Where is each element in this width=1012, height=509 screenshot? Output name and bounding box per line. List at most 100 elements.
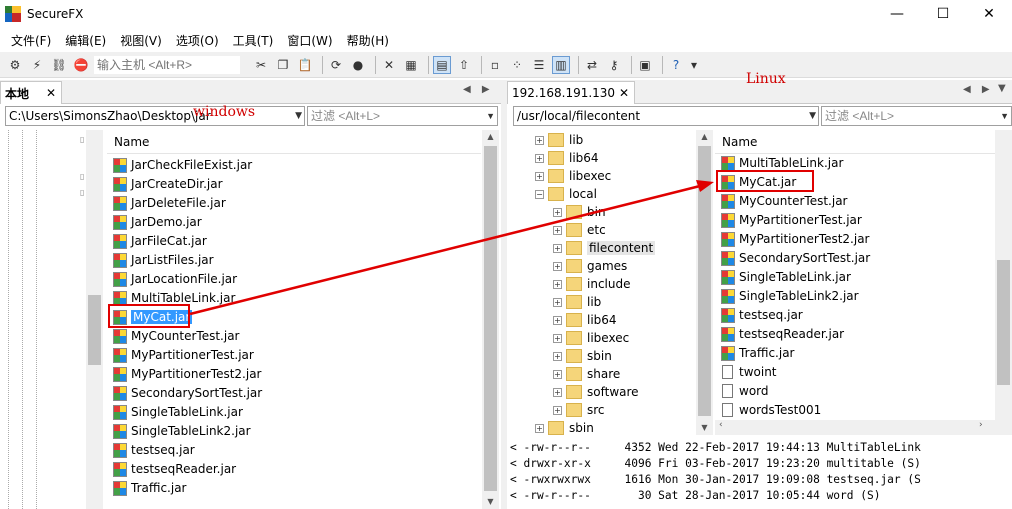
tree-node[interactable]: − local	[535, 185, 597, 203]
file-row[interactable]: SingleTableLink.jar	[721, 268, 851, 286]
file-row[interactable]: testseqReader.jar	[721, 325, 844, 343]
list-view-icon[interactable]: ☰	[530, 56, 548, 74]
remote-path-combo[interactable]: /usr/local/filecontent ▼	[513, 106, 819, 126]
local-filter-combo[interactable]: 过滤 <Alt+L> ▼	[307, 106, 498, 126]
local-tree-scrollbar[interactable]	[86, 130, 103, 509]
file-row[interactable]: testseq.jar	[113, 441, 195, 459]
tree-node[interactable]: + lib64	[553, 311, 617, 329]
column-header-name[interactable]: Name	[107, 130, 481, 154]
scroll-up-icon[interactable]: ▲	[696, 130, 713, 144]
tree-node[interactable]: + libexec	[535, 167, 611, 185]
remote-list-scrollbar[interactable]	[995, 130, 1012, 420]
copy-icon[interactable]: ❐	[274, 56, 292, 74]
sync-icon[interactable]: ⇄	[583, 56, 601, 74]
tree-node[interactable]: + filecontent	[553, 239, 656, 257]
delete-icon[interactable]: ✕	[380, 56, 398, 74]
scrollbar-thumb[interactable]	[698, 146, 711, 416]
file-row[interactable]: JarFileCat.jar	[113, 232, 207, 250]
minimize-button[interactable]: —	[874, 0, 920, 28]
key-icon[interactable]: ⚷	[605, 56, 623, 74]
tree-node[interactable]: + software	[553, 383, 639, 401]
menu-tools[interactable]: 工具(T)	[226, 32, 281, 49]
tree-expander-icon[interactable]: ▯	[80, 188, 84, 197]
file-row[interactable]: MyCounterTest.jar	[113, 327, 239, 345]
tree-node[interactable]: + etc	[553, 221, 606, 239]
file-row[interactable]: Traffic.jar	[721, 344, 795, 362]
scroll-right-icon[interactable]: ›	[979, 420, 983, 430]
chevron-down-icon[interactable]: ▼	[295, 107, 302, 125]
tree-node[interactable]: + bin	[553, 203, 606, 221]
expand-icon[interactable]: +	[553, 261, 562, 271]
file-row[interactable]: SingleTableLink2.jar	[721, 287, 859, 305]
properties-icon[interactable]: ▣	[636, 56, 654, 74]
scroll-left-icon[interactable]: ‹	[719, 420, 723, 430]
disconnect-icon[interactable]: ⛔	[72, 56, 90, 74]
up-folder-icon[interactable]: ⇧	[455, 56, 473, 74]
expand-icon[interactable]: +	[553, 243, 562, 253]
expand-icon[interactable]: +	[553, 369, 562, 379]
remote-folder-tree[interactable]: + lib + lib64 + libexec − local + bin + etc + filecon…	[507, 130, 713, 435]
connect-sftp-tab-icon[interactable]: ⛓	[50, 56, 68, 74]
scroll-up-icon[interactable]: ▲	[482, 130, 499, 144]
expand-icon[interactable]: +	[553, 207, 562, 217]
expand-icon[interactable]: +	[553, 297, 562, 307]
file-row[interactable]: MyPartitionerTest.jar	[721, 211, 862, 229]
expand-icon[interactable]: +	[553, 387, 562, 397]
file-row[interactable]: JarCheckFileExist.jar	[113, 156, 252, 174]
scrollbar-thumb[interactable]	[88, 295, 101, 365]
file-row[interactable]: twoint	[721, 363, 777, 381]
scroll-down-icon[interactable]: ▼	[696, 421, 713, 435]
file-row[interactable]: testseq.jar	[721, 306, 803, 324]
tab-local[interactable]: 本地 ✕	[0, 81, 62, 104]
maximize-button[interactable]: ☐	[920, 0, 966, 28]
tab-scroll-arrows-icon[interactable]: ◀ ▶	[463, 84, 494, 95]
quick-connect-icon[interactable]: ⚡	[28, 56, 46, 74]
file-row[interactable]: JarListFiles.jar	[113, 251, 214, 269]
local-list-scrollbar[interactable]: ▲ ▼	[482, 130, 499, 509]
collapse-icon[interactable]: −	[535, 189, 544, 199]
file-row[interactable]: testseqReader.jar	[113, 460, 236, 478]
close-icon[interactable]: ✕	[46, 86, 56, 100]
expand-icon[interactable]: +	[553, 279, 562, 289]
stop-icon[interactable]: ●	[349, 56, 367, 74]
expand-icon[interactable]: +	[553, 333, 562, 343]
expand-icon[interactable]: +	[553, 315, 562, 325]
menu-options[interactable]: 选项(O)	[169, 32, 226, 49]
file-row[interactable]: SingleTableLink.jar	[113, 403, 243, 421]
scrollbar-thumb[interactable]	[997, 260, 1010, 385]
menu-edit[interactable]: 编辑(E)	[58, 32, 113, 49]
chevron-down-icon[interactable]: ▼	[1000, 107, 1009, 125]
tree-node[interactable]: + include	[553, 275, 630, 293]
tab-remote-session[interactable]: 192.168.191.130 ✕	[507, 81, 635, 104]
file-row[interactable]: SecondarySortTest.jar	[113, 384, 262, 402]
refresh-icon[interactable]: ⟳	[327, 56, 345, 74]
tree-node[interactable]: + sbin	[553, 347, 612, 365]
tree-node[interactable]: + share	[553, 365, 620, 383]
file-row[interactable]: SecondarySortTest.jar	[721, 249, 870, 267]
tree-node[interactable]: + libexec	[553, 329, 629, 347]
details-view-icon[interactable]: ▥	[552, 55, 570, 74]
column-header-name[interactable]: Name	[715, 130, 995, 154]
tab-scroll-arrows-icon[interactable]: ◀ ▶	[963, 84, 994, 95]
file-row[interactable]: MyPartitionerTest.jar	[113, 346, 254, 364]
menu-window[interactable]: 窗口(W)	[280, 32, 339, 49]
file-row[interactable]: word	[721, 382, 769, 400]
file-row[interactable]: MyPartitionerTest2.jar	[113, 365, 261, 383]
file-row[interactable]: JarDeleteFile.jar	[113, 194, 226, 212]
connect-icon[interactable]: ⚙	[6, 56, 24, 74]
file-row[interactable]: JarLocationFile.jar	[113, 270, 237, 288]
expand-icon[interactable]: +	[535, 135, 544, 145]
chevron-down-icon[interactable]: ▼	[486, 107, 495, 125]
expand-icon[interactable]: +	[553, 405, 562, 415]
scrollbar-thumb[interactable]	[484, 146, 497, 491]
small-icons-view-icon[interactable]: ⁘	[508, 56, 526, 74]
tree-node[interactable]: + lib	[535, 131, 583, 149]
local-path-combo[interactable]: C:\Users\SimonsZhao\Desktop\jar ▼	[5, 106, 305, 126]
menu-file[interactable]: 文件(F)	[4, 32, 58, 49]
remote-tree-scrollbar[interactable]: ▲ ▼	[696, 130, 713, 435]
chevron-down-icon[interactable]: ▼	[809, 107, 816, 125]
expand-icon[interactable]: +	[535, 423, 544, 433]
menu-help[interactable]: 帮助(H)	[340, 32, 396, 49]
scroll-down-icon[interactable]: ▼	[482, 495, 499, 509]
file-row[interactable]: JarDemo.jar	[113, 213, 202, 231]
